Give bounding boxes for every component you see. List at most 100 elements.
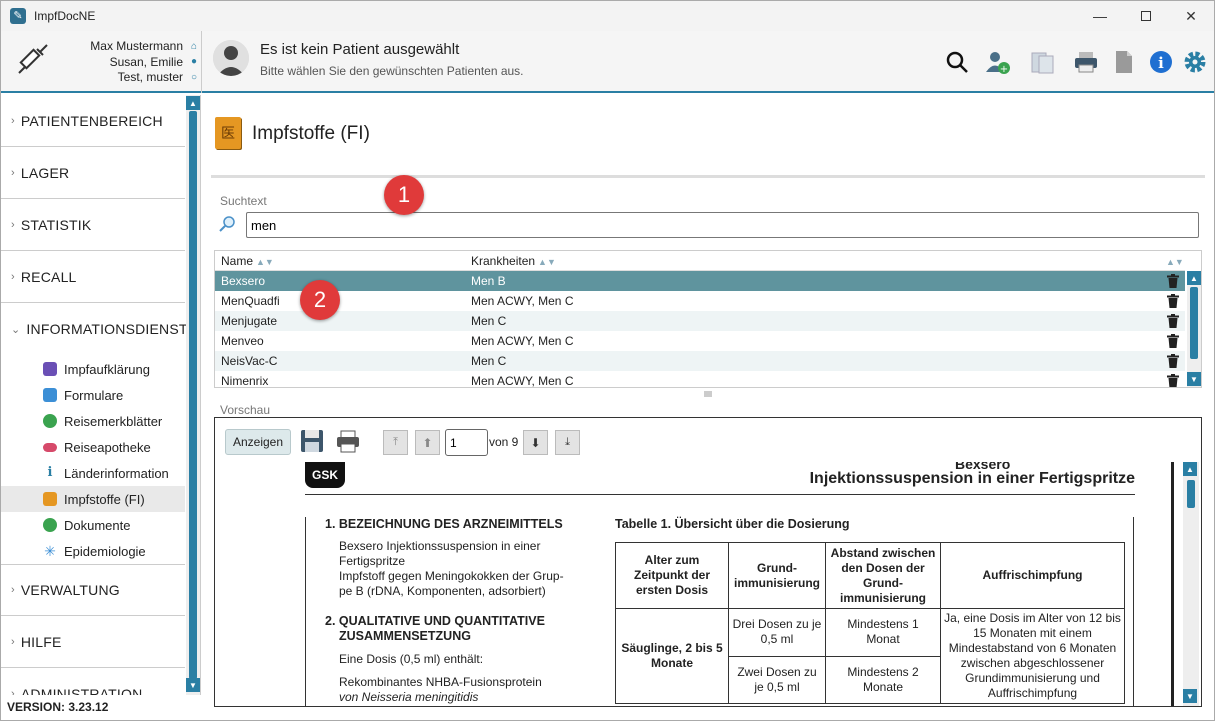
table-row[interactable]: Bexsero Men B <box>215 271 1185 291</box>
virus-icon: ✳ <box>44 543 56 559</box>
document-button[interactable] <box>1111 49 1137 75</box>
sidebar-item-impfaufklaerung[interactable]: Impfaufklärung <box>1 356 185 382</box>
sidebar-section-hilfe[interactable]: › HILFE <box>1 616 185 668</box>
trash-icon[interactable] <box>1167 354 1179 368</box>
main-panel: 医 Impfstoffe (FI) Suchtext 1 Name▲▼ Kran… <box>202 95 1214 720</box>
table-scroll-up-button[interactable]: ▲ <box>1187 271 1201 285</box>
table-scrollbar-thumb[interactable] <box>1190 287 1198 359</box>
section-heading: ZUSAMMENSETZUNG <box>339 629 471 643</box>
close-button[interactable]: ✕ <box>1168 1 1214 31</box>
search-button[interactable] <box>944 49 970 75</box>
first-page-button[interactable]: ⤒ <box>383 430 408 455</box>
sidebar-section-informationsdienst[interactable]: ⌄ INFORMATIONSDIENST <box>1 303 187 355</box>
table-row[interactable]: NeisVac-C Men C <box>215 351 1185 371</box>
preview-scroll-down-button[interactable]: ▼ <box>1183 689 1197 703</box>
sidebar-item-laenderinformation[interactable]: i Länderinformation <box>1 460 185 486</box>
page-count-label: von 9 <box>489 435 519 449</box>
sort-icon: ▲▼ <box>538 257 556 267</box>
sidebar-section-administration[interactable]: › ADMINISTRATION <box>1 668 185 695</box>
table-cell: Mindestens 1 Monat <box>825 608 941 657</box>
column-sort-icon[interactable]: ▲▼ <box>1163 254 1184 268</box>
chevron-down-icon: ⌄ <box>11 323 21 336</box>
chevron-right-icon: › <box>11 635 15 648</box>
info-icon: i <box>47 465 53 480</box>
info-button[interactable]: i <box>1148 49 1174 75</box>
sort-icon: ▲▼ <box>1166 257 1184 267</box>
sidebar-item-impfstoffe[interactable]: Impfstoffe (FI) <box>1 486 185 512</box>
table-row[interactable]: Menveo Men ACWY, Men C <box>215 331 1185 351</box>
home-icon: ⌂ <box>190 40 197 52</box>
show-button[interactable]: Anzeigen <box>225 429 291 455</box>
sidebar-item-reisemerkblaetter[interactable]: Reisemerkblätter <box>1 408 185 434</box>
trash-icon[interactable] <box>1167 294 1179 308</box>
document-text: pe B (rDNA, Komponenten, adsorbiert) <box>339 584 546 598</box>
table-row[interactable]: Nimenrix Men ACWY, Men C <box>215 371 1185 388</box>
search-icon <box>219 216 235 232</box>
arrow-down-icon: ⬇ <box>530 435 541 450</box>
document-page: GSK Bexsero Injektionssuspension in eine… <box>305 462 1145 706</box>
search-input[interactable] <box>246 212 1199 238</box>
table-row[interactable]: Menjugate Men C <box>215 311 1185 331</box>
column-header-name[interactable]: Name ▲▼ <box>221 254 274 268</box>
sidebar-section-lager[interactable]: › LAGER <box>1 147 185 199</box>
sidebar-scrollbar-thumb[interactable] <box>189 111 197 679</box>
maximize-button[interactable] <box>1123 1 1169 31</box>
splitter-handle[interactable] <box>704 391 712 397</box>
trash-icon[interactable] <box>1167 274 1179 288</box>
save-icon[interactable] <box>299 428 325 454</box>
document-text: Rekombinantes NHBA-Fusionsprotein <box>339 675 542 689</box>
sidebar-section-recall[interactable]: › RECALL <box>1 251 185 303</box>
user-entry[interactable]: Test, muster ○ <box>53 70 197 86</box>
document-icon <box>1116 51 1132 73</box>
previous-page-button[interactable]: ⬆ <box>415 430 440 455</box>
document-text: Bexsero Injektionssuspension in einer <box>339 539 541 553</box>
table-cell: Alter zum Zeitpunkt der ersten Dosis <box>615 542 729 609</box>
next-page-button[interactable]: ⬇ <box>523 430 548 455</box>
sidebar-item-formulare[interactable]: Formulare <box>1 382 185 408</box>
trash-icon[interactable] <box>1167 314 1179 328</box>
table-row[interactable]: MenQuadfi Men ACWY, Men C <box>215 291 1185 311</box>
preview-label: Vorschau <box>220 403 271 417</box>
arrow-down-icon: ▼ <box>1186 691 1194 701</box>
user-entry[interactable]: Susan, Emilie ● <box>53 55 197 71</box>
sidebar-section-patientenbereich[interactable]: › PATIENTENBEREICH <box>1 95 185 147</box>
trash-icon[interactable] <box>1167 334 1179 348</box>
annotation-badge-1: 1 <box>384 175 424 215</box>
trash-icon[interactable] <box>1167 374 1179 388</box>
column-header-krankheiten[interactable]: Krankheiten ▲▼ <box>471 254 556 268</box>
patient-subtitle: Bitte wählen Sie den gewünschten Patient… <box>260 64 524 78</box>
arrow-down-icon: ▼ <box>189 680 197 690</box>
arrow-down-icon: ▼ <box>1190 374 1198 384</box>
sidebar-item-dokumente[interactable]: Dokumente <box>1 512 185 538</box>
document-border <box>1133 517 1134 706</box>
print-button[interactable] <box>1073 49 1099 75</box>
user-entry[interactable]: Max Mustermann ⌂ <box>53 39 197 55</box>
table-scroll-down-button[interactable]: ▼ <box>1187 372 1201 386</box>
app-header: Max Mustermann ⌂ Susan, Emilie ● Test, mus… <box>1 31 1214 93</box>
sidebar-scroll-down-button[interactable]: ▼ <box>186 678 200 692</box>
sidebar-scroll-up-button[interactable]: ▲ <box>186 96 200 110</box>
printer-icon[interactable] <box>335 428 361 454</box>
minimize-button[interactable]: — <box>1077 1 1123 31</box>
patient-avatar[interactable] <box>213 40 249 76</box>
chevron-right-icon: › <box>11 218 15 231</box>
search-icon <box>946 51 968 73</box>
last-page-button[interactable]: ⤓ <box>555 430 580 455</box>
sidebar-item-epidemiologie[interactable]: ✳ Epidemiologie <box>1 538 185 564</box>
pill-icon <box>43 443 57 452</box>
preview-scrollbar-thumb[interactable] <box>1187 480 1195 508</box>
sidebar-section-statistik[interactable]: › STATISTIK <box>1 199 185 251</box>
annotation-badge-2: 2 <box>300 280 340 320</box>
page-number-input[interactable] <box>445 429 488 456</box>
sidebar-item-reiseapotheke[interactable]: Reiseapotheke <box>1 434 185 460</box>
sidebar-section-verwaltung[interactable]: › VERWALTUNG <box>1 564 185 616</box>
preview-scroll-up-button[interactable]: ▲ <box>1183 462 1197 476</box>
document-text: Fertigspritze <box>339 554 406 568</box>
sort-icon: ▲▼ <box>256 257 274 267</box>
add-patient-button[interactable]: + <box>985 49 1011 75</box>
clipboard-button[interactable] <box>1029 49 1055 75</box>
settings-button[interactable] <box>1182 49 1208 75</box>
arrow-up-icon: ⬆ <box>422 435 433 450</box>
table-cell: Säuglinge, 2 bis 5 Monate <box>615 608 729 704</box>
chevron-right-icon: › <box>11 114 15 127</box>
